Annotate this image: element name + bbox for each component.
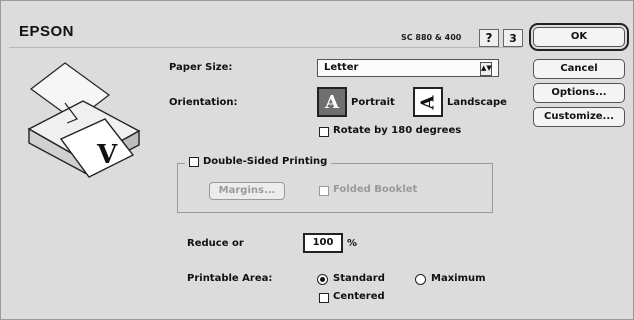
standard-label[interactable]: Standard [333,273,385,284]
reduce-input[interactable]: 100 [303,233,343,253]
duplex-label[interactable]: Double-Sided Printing [203,156,327,167]
help-icon: ? [485,31,493,45]
landscape-glyph: A [417,95,439,109]
orientation-label: Orientation: [169,97,238,108]
portrait-label[interactable]: Portrait [351,97,395,108]
portrait-glyph: A [325,91,339,113]
print-dialog: EPSON SC 880 & 400 ? 3 OK Cancel Options… [0,0,634,320]
printer-model: SC 880 & 400 [401,33,462,42]
folded-booklet-checkbox[interactable] [319,186,329,196]
centered-checkbox[interactable] [319,293,329,303]
duplex-checkbox[interactable] [189,156,199,167]
centered-label[interactable]: Centered [333,291,385,302]
printable-area-label: Printable Area: [187,273,273,284]
paper-size-value: Letter [324,62,359,73]
reduce-unit: % [347,238,358,249]
landscape-icon[interactable]: A [413,87,443,117]
options-button[interactable]: Options... [533,83,625,103]
cancel-button[interactable]: Cancel [533,59,625,79]
paper-size-label: Paper Size: [169,62,233,73]
reduce-label: Reduce or [187,238,244,249]
brand-logo: EPSON [19,23,75,40]
portrait-icon[interactable]: A [317,87,347,117]
dialog-header: EPSON SC 880 & 400 ? 3 [9,9,523,48]
standard-radio[interactable] [317,274,328,285]
chevron-updown-icon: ▲▼ [480,62,492,76]
rotate-label[interactable]: Rotate by 180 degrees [333,125,461,136]
printer-illustration-icon: V [27,62,141,178]
folded-booklet-label[interactable]: Folded Booklet [333,184,417,195]
landscape-label[interactable]: Landscape [447,97,507,108]
paper-size-select[interactable]: Letter ▲▼ [317,59,499,77]
illustration-glyph: V [96,140,118,170]
help-button[interactable]: ? [479,29,499,47]
rotate-checkbox[interactable] [319,127,329,137]
duplex-title: Double-Sided Printing [185,156,332,167]
margins-button[interactable]: Margins... [209,182,285,200]
maximum-label[interactable]: Maximum [431,273,486,284]
ok-button[interactable]: OK [533,27,625,47]
version-button[interactable]: 3 [503,29,523,47]
customize-button[interactable]: Customize... [533,107,625,127]
maximum-radio[interactable] [415,274,426,285]
version-icon: 3 [509,31,517,45]
